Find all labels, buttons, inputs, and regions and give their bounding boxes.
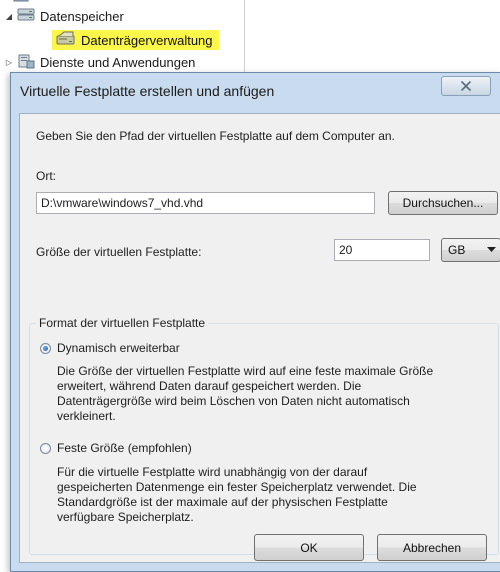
- tree-collapsed-arrow-icon[interactable]: ▷: [4, 58, 14, 67]
- radio-unchecked-icon[interactable]: [40, 442, 51, 454]
- description-line: gespeicherten Datenmenge ein fester Spei…: [57, 480, 417, 494]
- close-button[interactable]: [441, 76, 491, 96]
- close-icon: [461, 81, 471, 91]
- radio-dynamic[interactable]: Dynamisch erweiterbar: [40, 341, 180, 355]
- chevron-down-icon: [487, 247, 496, 252]
- create-vhd-dialog: Virtuelle Festplatte erstellen und anfüg…: [10, 72, 500, 572]
- dialog-titlebar[interactable]: Virtuelle Festplatte erstellen und anfüg…: [11, 73, 500, 109]
- radio-fixed[interactable]: Feste Größe (empfohlen): [40, 441, 192, 455]
- unit-select-value: GB: [448, 243, 466, 257]
- mmc-tree-panel: ◢ Datenspeicher Datenträgerverwaltung ▷: [0, 0, 244, 78]
- dialog-title: Virtuelle Festplatte erstellen und anfüg…: [20, 83, 275, 99]
- description-line: Für die virtuelle Festplatte wird unabhä…: [57, 465, 368, 479]
- size-input[interactable]: 20: [334, 239, 430, 261]
- tree-item-label: Datenspeicher: [40, 8, 124, 24]
- format-group-legend: Format der virtuellen Festplatte: [36, 316, 209, 330]
- tree-item-datentraegerverwaltung[interactable]: Datenträgerverwaltung: [52, 30, 219, 50]
- description-line: verfügbare Speicherplatz.: [57, 510, 194, 524]
- location-label: Ort:: [36, 169, 56, 183]
- radio-checked-icon[interactable]: [40, 342, 51, 354]
- radio-fixed-label: Feste Größe (empfohlen): [57, 441, 192, 455]
- tree-item-datenspeicher[interactable]: ◢ Datenspeicher: [4, 6, 124, 26]
- folder-icon: [13, 0, 29, 5]
- tree-item-dienste-und-anwendungen[interactable]: ▷ Dienste und Anwendungen: [4, 52, 195, 72]
- ok-button[interactable]: OK: [254, 534, 364, 561]
- disk-management-icon: [56, 31, 76, 50]
- description-line: Die Größe der virtuellen Festplatte wird…: [57, 364, 434, 378]
- browse-button[interactable]: Durchsuchen...: [388, 191, 498, 215]
- size-label: Größe der virtuellen Festplatte:: [36, 245, 202, 259]
- fixed-description: Für die virtuelle Festplatte wird unabhä…: [57, 465, 417, 525]
- dynamic-description: Die Größe der virtuellen Festplatte wird…: [57, 364, 433, 424]
- cancel-button[interactable]: Abbrechen: [377, 534, 487, 561]
- description-line: verkleinert.: [57, 409, 116, 423]
- unit-select[interactable]: GB: [441, 238, 500, 262]
- storage-icon: [17, 7, 35, 26]
- description-line: Standardgröße ist der maximale auf der p…: [57, 495, 388, 509]
- tree-item-label: Datenträgerverwaltung: [81, 32, 213, 48]
- description-line: erweitert, während Daten darauf gespeich…: [57, 379, 362, 393]
- instruction-text: Geben Sie den Pfad der virtuellen Festpl…: [36, 129, 395, 143]
- description-line: Datenträgergröße wird beim Löschen von D…: [57, 394, 410, 408]
- format-groupbox: Format der virtuellen Festplatte Dynamis…: [29, 316, 499, 555]
- tree-expanded-arrow-icon[interactable]: ◢: [4, 12, 14, 21]
- services-icon: [17, 53, 35, 72]
- location-input[interactable]: D:\vmware\windows7_vhd.vhd: [36, 192, 375, 214]
- panel-divider: [244, 0, 245, 78]
- radio-dynamic-label: Dynamisch erweiterbar: [57, 341, 180, 355]
- tree-item-label: Dienste und Anwendungen: [40, 54, 196, 70]
